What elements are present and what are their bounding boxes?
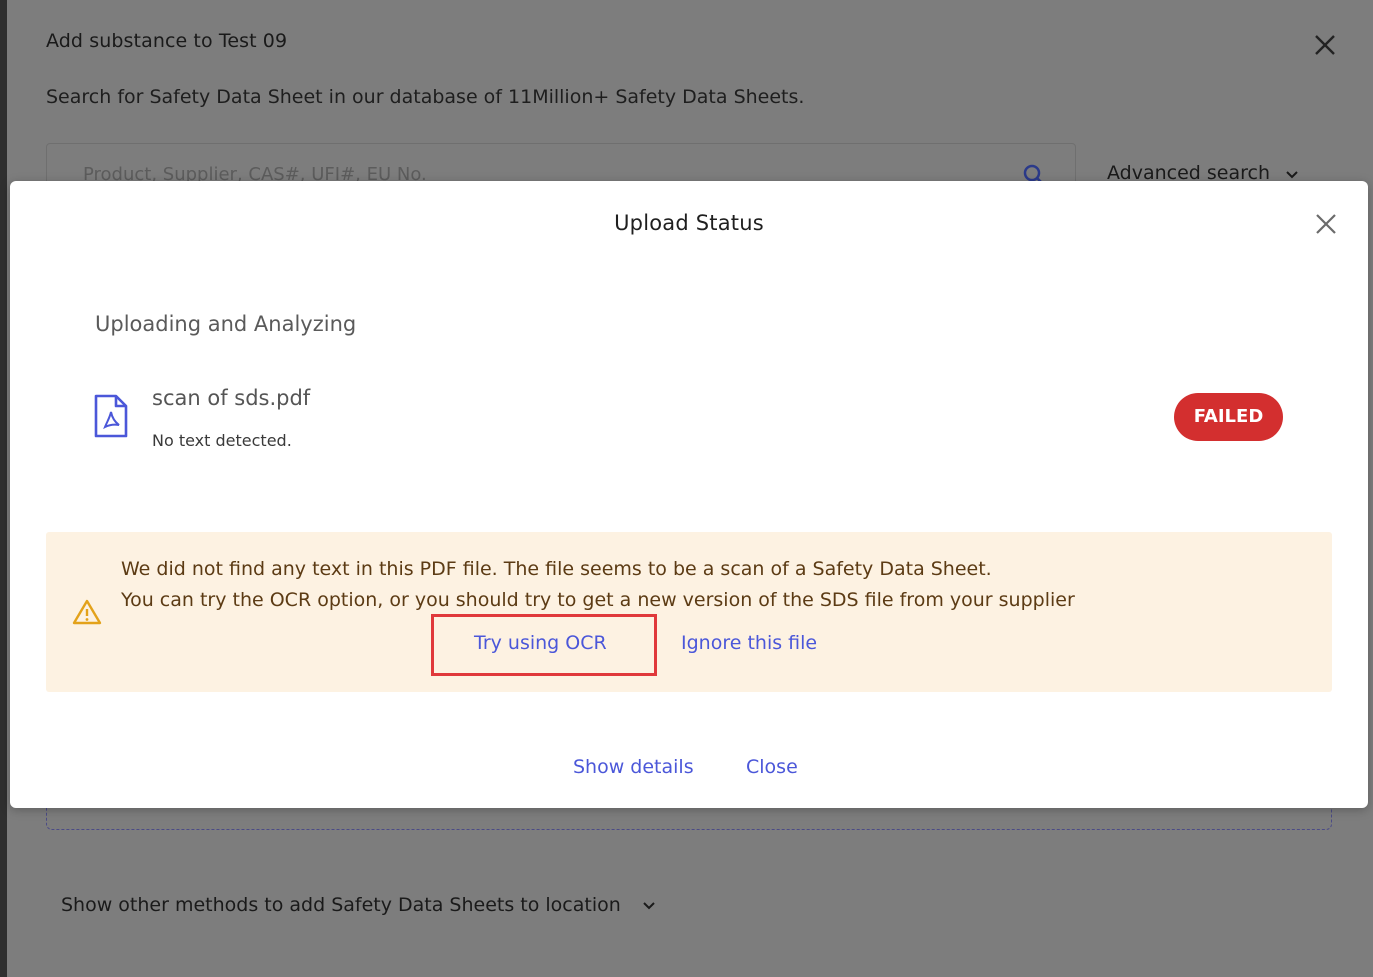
dialog-title: Add substance to Test 09	[46, 30, 288, 52]
file-status-note: No text detected.	[152, 431, 292, 450]
close-icon[interactable]	[1310, 30, 1340, 60]
dialog-subtitle: Search for Safety Data Sheet in our data…	[46, 86, 805, 108]
warning-message: We did not find any text in this PDF fil…	[121, 558, 992, 580]
chevron-down-icon	[643, 901, 655, 909]
try-ocr-link[interactable]: Try using OCR	[474, 632, 607, 654]
close-icon[interactable]	[1312, 210, 1340, 238]
other-methods-toggle[interactable]: Show other methods to add Safety Data Sh…	[61, 894, 655, 916]
other-methods-label: Show other methods to add Safety Data Sh…	[61, 894, 621, 916]
section-title: Uploading and Analyzing	[95, 312, 357, 336]
page-edge	[0, 0, 7, 977]
warning-banner: We did not find any text in this PDF fil…	[46, 532, 1332, 692]
status-badge: FAILED	[1174, 393, 1283, 441]
warning-icon	[72, 599, 102, 625]
pdf-file-icon	[94, 394, 128, 438]
modal-title: Upload Status	[614, 211, 764, 235]
chevron-down-icon	[1286, 171, 1298, 179]
ignore-file-link[interactable]: Ignore this file	[681, 632, 817, 654]
upload-status-modal: Upload Status Uploading and Analyzing sc…	[10, 181, 1368, 808]
close-link[interactable]: Close	[746, 756, 798, 778]
file-name: scan of sds.pdf	[152, 386, 311, 410]
warning-suggestion: You can try the OCR option, or you shoul…	[121, 589, 1075, 611]
show-details-link[interactable]: Show details	[573, 756, 694, 778]
